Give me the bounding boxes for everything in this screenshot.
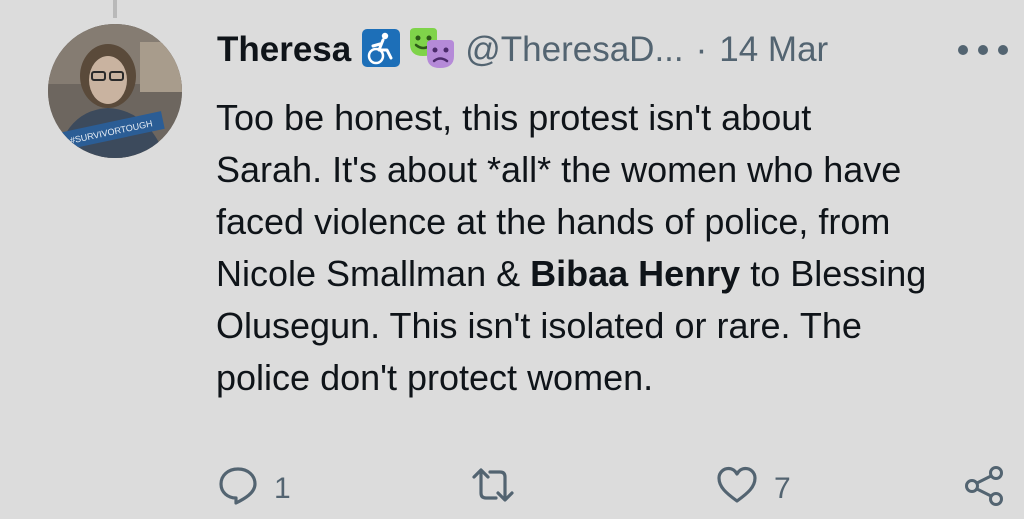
action-bar: 1 7 [0,455,1024,515]
more-dot [998,45,1008,55]
tweet-line: faced violence at the hands of police, f… [216,201,891,242]
tweet-text: Too be honest, this protest isn't about … [216,92,1016,404]
tweet-line: Too be honest, this protest isn't about [216,97,812,138]
thread-line [113,0,117,18]
tweet-line: police don't protect women. [216,357,654,398]
tweet-line: Olusegun. This isn't isolated or rare. T… [216,305,862,346]
heart-icon [716,465,758,513]
avatar[interactable]: #SURVIVORTOUGH [48,24,182,158]
tweet-date[interactable]: 14 Mar [719,30,828,70]
author-handle[interactable]: @TheresaD... [465,30,683,70]
share-icon [962,465,1006,515]
wheelchair-icon [361,28,401,73]
share-button[interactable] [962,465,1006,515]
tweet[interactable]: #SURVIVORTOUGH Theresa @TheresaD... · 14… [0,0,1024,519]
more-options-icon[interactable] [958,38,1008,62]
tweet-line: Sarah. It's about *all* the women who ha… [216,149,902,190]
like-count: 7 [774,472,791,505]
theatre-masks-icon [407,26,457,75]
retweet-button[interactable] [470,465,532,513]
tweet-header: Theresa @TheresaD... · 14 Mar [217,22,828,78]
more-dot [958,45,968,55]
reply-count: 1 [274,472,291,505]
like-button[interactable]: 7 [716,465,791,513]
retweet-icon [470,465,516,513]
tweet-text-segment: Nicole Smallman & [216,253,531,294]
author-name[interactable]: Theresa [217,30,351,70]
reply-icon [218,465,258,513]
separator-dot: · [695,30,708,69]
tweet-line: Nicole Smallman & Bibaa Henry to Blessin… [216,248,1016,300]
reply-button[interactable]: 1 [218,465,291,513]
tweet-text-segment: to Blessing [740,253,927,294]
bold-name: Bibaa Henry [530,253,741,294]
more-dot [978,45,988,55]
